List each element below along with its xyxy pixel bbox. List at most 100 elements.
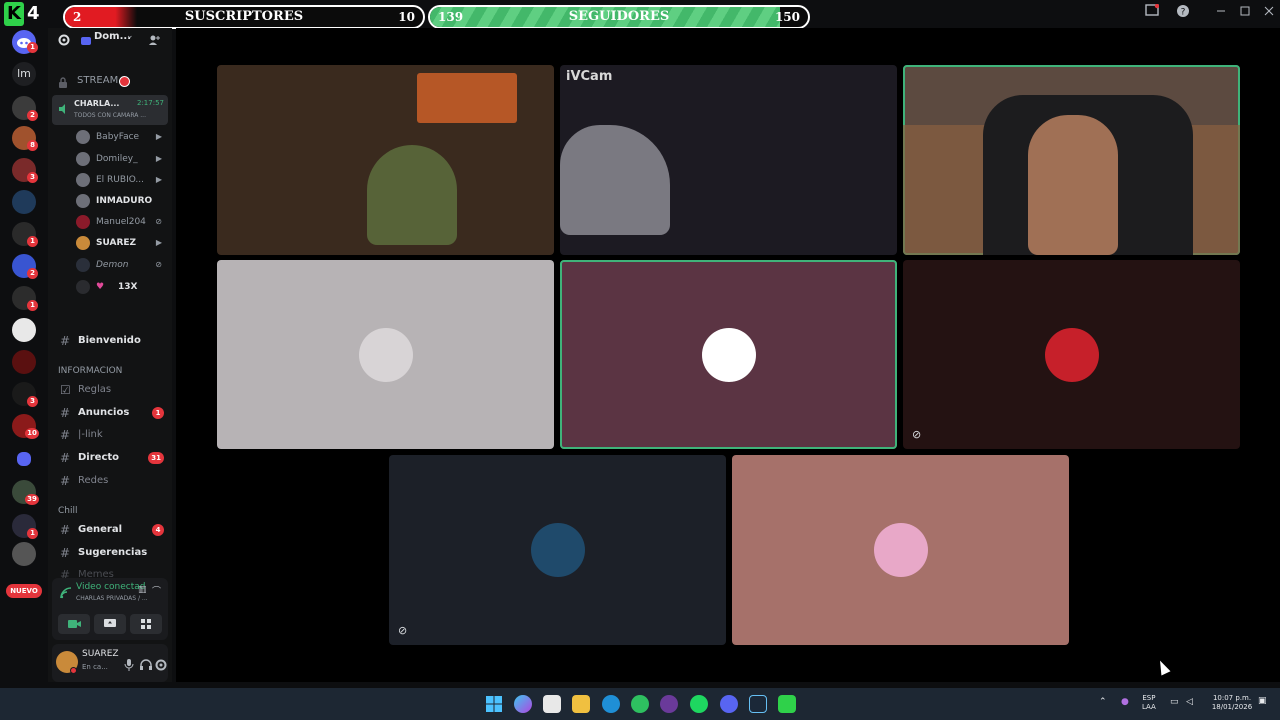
participant-silhouette (367, 145, 457, 245)
avatar (76, 152, 90, 166)
server-badge: 3 (27, 172, 38, 183)
kick-icon[interactable] (778, 695, 796, 713)
voice-member[interactable]: Manuel204 ⊘ (74, 212, 166, 232)
category-informacion[interactable]: INFORMACION (58, 366, 122, 376)
store-icon[interactable] (543, 695, 561, 713)
discord-icon[interactable] (720, 695, 738, 713)
channel-general[interactable]: # General 4 (52, 520, 168, 540)
language-code: ESP (1142, 694, 1156, 702)
channel-redes[interactable]: # Redes (52, 471, 168, 491)
whatsapp-icon[interactable] (631, 695, 649, 713)
avatar (76, 258, 90, 272)
channel-sugerencias[interactable]: # Sugerencias (52, 543, 168, 563)
minimize-icon[interactable] (1211, 4, 1231, 20)
video-tile[interactable] (732, 455, 1069, 645)
voice-member[interactable]: SUAREZ ▶ (74, 233, 166, 253)
video-tile[interactable] (217, 260, 554, 449)
video-tile[interactable]: iVCam (560, 65, 897, 255)
active-voice-channel[interactable]: CHARLA... 2:17:57 TODOS CON CAMARA ... (52, 95, 168, 125)
svg-text:?: ? (1181, 8, 1186, 18)
chevron-down-icon[interactable]: ⌄ (126, 31, 134, 41)
server-icon[interactable] (12, 318, 36, 342)
avatar (76, 280, 90, 294)
microphone-icon[interactable] (124, 656, 134, 675)
camera-button[interactable] (58, 614, 90, 634)
activities-button[interactable] (130, 614, 162, 634)
video-tile[interactable] (560, 260, 897, 449)
close-icon[interactable] (1259, 4, 1279, 20)
disconnect-icon[interactable]: ⌒ (152, 584, 161, 597)
voice-member-name: INMADURO (96, 196, 153, 206)
headphones-icon[interactable] (140, 656, 152, 675)
add-friend-icon[interactable] (148, 31, 160, 50)
clock-date: 18/01/2026 (1211, 703, 1253, 711)
settings-icon[interactable] (155, 656, 167, 675)
app-icon[interactable] (660, 695, 678, 713)
start-menu-icon[interactable] (485, 695, 503, 713)
video-icon: ▶ (155, 154, 162, 163)
voice-member[interactable]: Demon ⊘ (74, 255, 166, 275)
channel-bienvenido[interactable]: # Bienvenido (52, 331, 168, 351)
new-badge: NUEVO (6, 584, 42, 598)
server-badge: 1 (27, 528, 38, 539)
copilot-icon[interactable] (514, 695, 532, 713)
channel-name: General (78, 524, 122, 535)
voice-member[interactable]: INMADURO (74, 191, 166, 211)
chevron-up-icon[interactable]: ⌃ (1099, 697, 1107, 707)
channel-directo[interactable]: # Directo 31 (52, 448, 168, 468)
active-channel-timer: 2:17:57 (137, 99, 164, 107)
tray-app-icon[interactable]: ● (1121, 697, 1129, 707)
language-indicator[interactable]: ESP LAA (1142, 694, 1156, 712)
server-icon[interactable] (12, 350, 36, 374)
video-icon: ▶ (155, 132, 162, 141)
video-tile[interactable]: ⊘ (903, 260, 1240, 449)
help-icon[interactable]: ? (1173, 4, 1193, 20)
voice-member[interactable]: Domiley_ ▶ (74, 149, 166, 169)
voice-member[interactable]: ♥ 13X (74, 277, 166, 297)
channel-link[interactable]: # |-link (52, 425, 168, 445)
stream-channel-name[interactable]: STREAM (77, 75, 118, 86)
live-indicator-icon (119, 76, 130, 87)
video-icon: ▶ (155, 238, 162, 247)
status-dot-icon (70, 667, 77, 674)
mute-icon: ⊘ (155, 260, 162, 269)
steam-icon[interactable] (749, 695, 767, 713)
category-chill[interactable]: Chill (58, 506, 78, 516)
maximize-icon[interactable] (1235, 4, 1255, 20)
channel-anuncios[interactable]: # Anuncios 1 (52, 403, 168, 423)
voice-member[interactable]: El RUBIO... ▶ (74, 170, 166, 190)
server-header[interactable]: Dom... ⌄ (48, 28, 172, 50)
participant-avatar (530, 523, 585, 577)
noise-suppression-icon[interactable]: ▥ (138, 585, 147, 595)
direct-messages-button[interactable]: lm (12, 62, 36, 86)
video-tile[interactable] (903, 65, 1240, 255)
inbox-icon[interactable] (1142, 3, 1162, 20)
mute-icon: ⊘ (912, 428, 922, 441)
gear-icon[interactable] (58, 31, 70, 50)
participant-silhouette (1028, 115, 1118, 255)
file-explorer-icon[interactable] (572, 695, 590, 713)
video-tile[interactable] (217, 65, 554, 255)
server-badge: 8 (27, 140, 38, 151)
fireplace-frame (417, 73, 517, 123)
spotify-icon[interactable] (690, 695, 708, 713)
network-icon[interactable]: ▭ (1170, 697, 1179, 707)
lock-icon (58, 74, 68, 93)
channel-reglas[interactable]: ☑ Reglas (52, 380, 168, 400)
server-name-icon (80, 31, 92, 50)
server-icon[interactable] (12, 190, 36, 214)
volume-icon[interactable]: ◁ (1186, 697, 1193, 707)
edge-icon[interactable] (602, 695, 620, 713)
notifications-icon[interactable]: ▣ (1258, 696, 1267, 706)
video-tile[interactable]: ⊘ (389, 455, 726, 645)
participant-avatar (873, 523, 928, 577)
user-status: En ca... (82, 663, 108, 671)
server-badge: 1 (27, 42, 38, 53)
voice-channel-path[interactable]: CHARLAS PRIVADAS / ... (76, 595, 148, 602)
folder-icon[interactable] (17, 452, 31, 466)
clock[interactable]: 10:07 p.m. 18/01/2026 (1208, 694, 1256, 712)
hash-icon: # (60, 523, 71, 537)
server-icon[interactable] (12, 542, 36, 566)
voice-member[interactable]: BabyFace ▶ (74, 127, 166, 147)
screen-share-button[interactable] (94, 614, 126, 634)
